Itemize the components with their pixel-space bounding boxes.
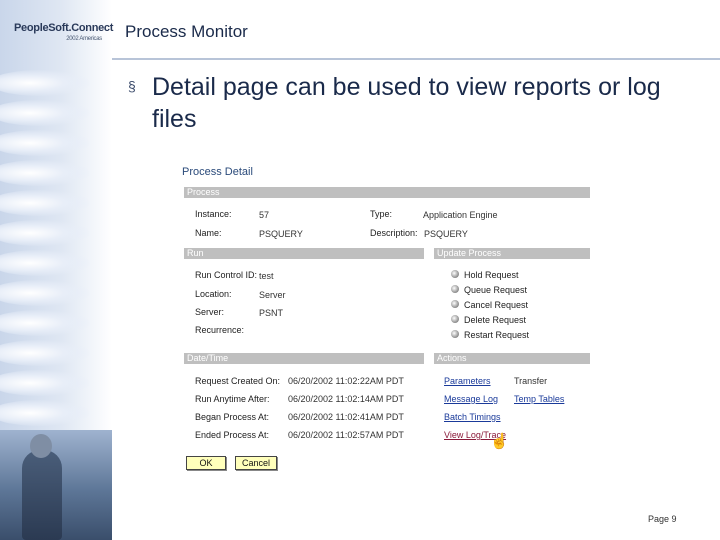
description-value: PSQUERY — [424, 229, 468, 239]
request-created-label: Request Created On: — [195, 376, 281, 386]
ended-process-label: Ended Process At: — [195, 430, 270, 440]
section-process-header: Process — [184, 187, 590, 198]
ok-button[interactable]: OK — [186, 456, 226, 470]
decorative-side-strip — [0, 0, 112, 540]
hold-request-label: Hold Request — [464, 270, 519, 280]
decor-blob — [0, 190, 90, 216]
hold-request-radio[interactable] — [451, 270, 459, 278]
person-head — [30, 434, 52, 458]
decor-blob — [0, 340, 90, 366]
cancel-request-radio[interactable] — [451, 300, 459, 308]
decor-blob — [0, 400, 90, 426]
began-process-label: Began Process At: — [195, 412, 270, 422]
cancel-request-label: Cancel Request — [464, 300, 529, 310]
decor-blob — [0, 100, 90, 126]
logo-subtext: 2002 Americas — [66, 36, 102, 42]
decor-blob — [0, 70, 90, 96]
bullet-icon: § — [128, 78, 136, 94]
parameters-link[interactable]: Parameters — [444, 376, 491, 386]
temp-tables-link[interactable]: Temp Tables — [514, 394, 564, 404]
type-value: Application Engine — [423, 210, 498, 220]
run-control-value: test — [259, 271, 274, 281]
decor-blob — [0, 310, 90, 336]
page-number: Page 9 — [648, 514, 677, 524]
decor-blob — [0, 250, 90, 276]
delete-request-radio[interactable] — [451, 315, 459, 323]
type-label: Type: — [370, 209, 393, 219]
run-anytime-label: Run Anytime After: — [195, 394, 270, 404]
description-label: Description: — [370, 228, 418, 238]
section-update-process-header: Update Process — [434, 248, 590, 259]
restart-request-radio[interactable] — [451, 330, 459, 338]
request-created-value: 06/20/2002 11:02:22AM PDT — [288, 376, 404, 386]
peoplesoft-logo: PeopleSoft.Connect 2002 Americas — [14, 22, 114, 50]
cancel-button[interactable]: Cancel — [235, 456, 277, 470]
panel-title: Process Detail — [182, 166, 253, 178]
section-actions-header: Actions — [434, 353, 590, 364]
queue-request-radio[interactable] — [451, 285, 459, 293]
location-label: Location: — [195, 289, 232, 299]
decor-blob — [0, 280, 90, 306]
queue-request-label: Queue Request — [464, 285, 528, 295]
bullet-text: Detail page can be used to view reports … — [152, 73, 661, 133]
run-anytime-value: 06/20/2002 11:02:14AM PDT — [288, 394, 404, 404]
decor-blob — [0, 160, 90, 186]
restart-request-label: Restart Request — [464, 330, 530, 340]
section-run-header: Run — [184, 248, 424, 259]
instance-label: Instance: — [195, 209, 232, 219]
batch-timings-link[interactable]: Batch Timings — [444, 412, 501, 422]
header-divider — [112, 58, 720, 60]
began-process-value: 06/20/2002 11:02:41AM PDT — [288, 412, 404, 422]
logo-text: PeopleSoft.Connect — [14, 22, 114, 34]
slide-title: Process Monitor — [125, 22, 248, 41]
hand-cursor-icon: ☝ — [490, 433, 509, 450]
recurrence-label: Recurrence: — [195, 325, 245, 335]
transfer-action: Transfer — [514, 376, 548, 386]
process-detail-panel: Process Detail Process Instance: 57 Type… — [180, 166, 594, 476]
person-figure — [22, 450, 62, 540]
delete-request-label: Delete Request — [464, 315, 527, 325]
location-value: Server — [259, 290, 286, 300]
name-value: PSQUERY — [259, 229, 303, 239]
server-value: PSNT — [259, 308, 284, 318]
server-label: Server: — [195, 307, 225, 317]
run-control-label: Run Control ID: — [195, 270, 258, 280]
businessman-photo — [0, 430, 112, 540]
decor-blob — [0, 370, 90, 396]
ended-process-value: 06/20/2002 11:02:57AM PDT — [288, 430, 404, 440]
decor-blob — [0, 130, 90, 156]
decor-blob — [0, 220, 90, 246]
name-label: Name: — [195, 228, 222, 238]
message-log-link[interactable]: Message Log — [444, 394, 498, 404]
section-datetime-header: Date/Time — [184, 353, 424, 364]
instance-value: 57 — [259, 210, 270, 220]
